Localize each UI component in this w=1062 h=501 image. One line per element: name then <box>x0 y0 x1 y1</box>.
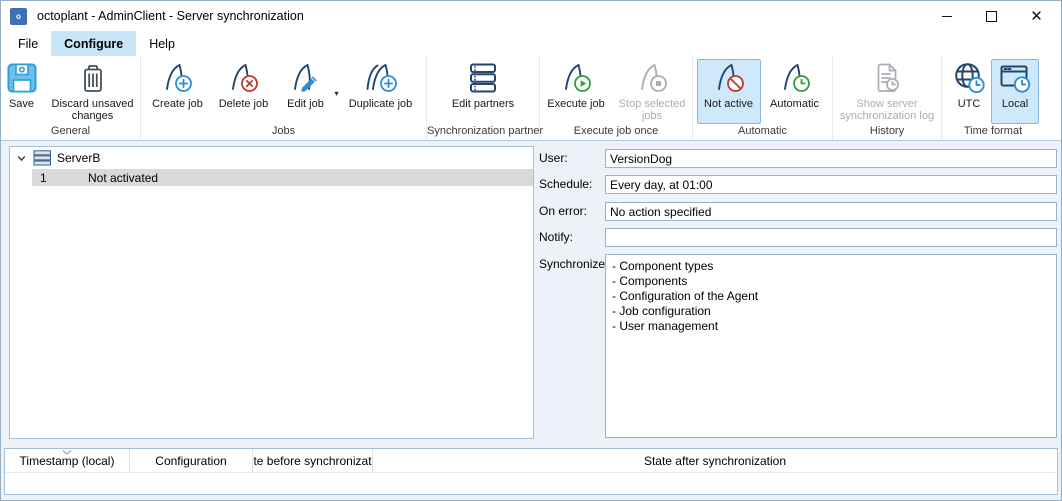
automatic-button[interactable]: Automatic <box>761 59 829 124</box>
menu-bar: File Configure Help <box>1 31 1061 56</box>
create-job-button[interactable]: Create job <box>144 59 210 124</box>
delete-job-button[interactable]: Delete job <box>210 59 276 124</box>
utc-button[interactable]: UTC <box>947 59 991 124</box>
tree-row-job-1[interactable]: 1 Not activated <box>32 169 533 186</box>
job-edit-icon <box>288 61 322 95</box>
grid-header-row: Timestamp (local) Configuration ite befo… <box>5 449 1057 473</box>
sort-indicator-icon <box>61 449 73 456</box>
job-duplicate-icon <box>364 61 398 95</box>
app-window: o octoplant - AdminClient - Server synch… <box>0 0 1062 501</box>
local-button[interactable]: Local <box>991 59 1039 124</box>
job-state: Not activated <box>88 171 158 185</box>
group-caption-jobs: Jobs <box>141 125 426 137</box>
column-header-state-after-synchronization[interactable]: State after synchronization <box>373 449 1057 472</box>
log-document-icon <box>870 61 904 95</box>
minimize-icon <box>942 16 952 17</box>
schedule-label: Schedule: <box>539 177 592 191</box>
column-header-configuration[interactable]: Configuration <box>130 449 253 472</box>
group-caption-execute-job-once: Execute job once <box>540 125 692 137</box>
maximize-icon <box>986 11 997 22</box>
column-header-state-before-synchronization[interactable]: ite before synchronizati <box>253 449 373 472</box>
ribbon-group-general: Save Discard unsaved changes General <box>1 56 141 140</box>
save-icon <box>5 61 39 95</box>
user-label: User: <box>539 151 568 165</box>
synchronize-item: - Components <box>612 274 1050 289</box>
discard-unsaved-changes-button[interactable]: Discard unsaved changes <box>44 59 142 124</box>
group-caption-synchronization-partner: Synchronization partner <box>427 125 539 137</box>
close-button[interactable]: ✕ <box>1014 1 1059 31</box>
chevron-down-icon[interactable] <box>16 153 27 164</box>
synchronize-list[interactable]: - Component types - Components - Configu… <box>605 254 1057 438</box>
job-not-active-icon <box>712 61 746 95</box>
maximize-button[interactable] <box>969 1 1014 31</box>
ribbon-group-time-format: UTC Local Time format <box>942 56 1044 140</box>
not-active-button[interactable]: Not active <box>697 59 761 124</box>
history-grid: Timestamp (local) Configuration ite befo… <box>4 448 1058 495</box>
ribbon-group-execute-job-once: Execute job Stop selected jobs Execute j… <box>540 56 693 140</box>
on-error-field[interactable] <box>605 202 1057 221</box>
schedule-field[interactable] <box>605 175 1057 194</box>
edit-job-dropdown-arrow-icon[interactable]: ▾ <box>334 89 338 98</box>
notify-field[interactable] <box>605 228 1057 247</box>
stop-selected-jobs-button: Stop selected jobs <box>612 59 692 124</box>
synchronize-item: - Configuration of the Agent <box>612 289 1050 304</box>
show-server-synchronization-log-button: Show server synchronization log <box>834 59 940 124</box>
close-icon: ✕ <box>1030 7 1043 25</box>
ribbon-toolbar: Save Discard unsaved changes General <box>1 56 1061 141</box>
group-caption-automatic: Automatic <box>693 125 832 137</box>
job-tree-panel: ServerB 1 Not activated <box>9 146 534 439</box>
job-delete-icon <box>226 61 260 95</box>
title-bar: o octoplant - AdminClient - Server synch… <box>1 1 1061 31</box>
on-error-label: On error: <box>539 204 587 218</box>
synchronize-label: Synchronize: <box>539 257 608 271</box>
group-caption-general: General <box>1 125 140 137</box>
tree-node-label: ServerB <box>57 151 100 165</box>
content-area: ServerB 1 Not activated User: Schedule: … <box>1 141 1061 500</box>
synchronize-item: - Component types <box>612 259 1050 274</box>
job-play-icon <box>559 61 593 95</box>
ribbon-group-jobs: Create job Delete job <box>141 56 427 140</box>
ribbon-group-synchronization-partner: Edit partners Synchronization partner <box>427 56 540 140</box>
menu-help[interactable]: Help <box>136 31 188 56</box>
synchronize-item: - Job configuration <box>612 304 1050 319</box>
server-stack-icon <box>466 61 500 95</box>
tree-node-serverb[interactable]: ServerB <box>10 147 533 169</box>
job-automatic-icon <box>778 61 812 95</box>
edit-partners-button[interactable]: Edit partners <box>432 59 534 124</box>
menu-file[interactable]: File <box>5 31 51 56</box>
synchronize-item: - User management <box>612 319 1050 334</box>
user-field[interactable] <box>605 149 1057 168</box>
menu-configure[interactable]: Configure <box>51 31 136 56</box>
minimize-button[interactable] <box>924 1 969 31</box>
duplicate-job-button[interactable]: Duplicate job <box>339 59 423 124</box>
group-caption-history: History <box>833 125 941 137</box>
edit-job-button[interactable]: Edit job <box>276 59 334 124</box>
window-title: octoplant - AdminClient - Server synchro… <box>37 9 304 23</box>
job-stop-icon <box>635 61 669 95</box>
ribbon-group-automatic: Not active Automatic Automatic <box>693 56 833 140</box>
server-icon <box>33 150 52 166</box>
job-add-icon <box>160 61 194 95</box>
globe-clock-icon <box>952 61 986 95</box>
window-clock-icon <box>998 61 1032 95</box>
execute-job-button[interactable]: Execute job <box>540 59 612 124</box>
octoplant-logo-icon: o <box>10 8 27 25</box>
save-button[interactable]: Save <box>0 59 44 124</box>
ribbon-group-history: Show server synchronization log History <box>833 56 942 140</box>
group-caption-time-format: Time format <box>942 125 1044 137</box>
notify-label: Notify: <box>539 230 573 244</box>
job-number: 1 <box>32 171 88 185</box>
trash-icon <box>76 61 110 95</box>
